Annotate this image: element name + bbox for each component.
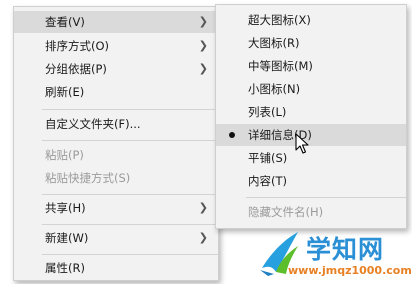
menu-item-label: 查看(V) (45, 15, 85, 29)
menu-separator (42, 140, 218, 141)
view-submenu: 超大图标(X) 大图标(R) 中等图标(M) 小图标(N) 列表(L) 详细信息… (215, 4, 407, 229)
chevron-right-icon: ❯ (198, 201, 208, 214)
submenu-item-list[interactable]: 列表(L) (216, 101, 406, 123)
menu-item-label: 列表(L) (248, 105, 287, 119)
menu-item-label: 刷新(E) (45, 85, 85, 99)
menu-item-group-by[interactable]: 分组依据(P) ❯ (14, 58, 218, 80)
menu-separator (42, 224, 218, 225)
submenu-item-large-icons[interactable]: 大图标(R) (216, 32, 406, 54)
submenu-item-tiles[interactable]: 平铺(S) (216, 147, 406, 169)
menu-item-sort-by[interactable]: 排序方式(O) ❯ (14, 35, 218, 57)
menu-item-label: 隐藏文件名(H) (248, 205, 324, 219)
context-menu: 查看(V) ❯ 排序方式(O) ❯ 分组依据(P) ❯ 刷新(E) 自定义文件夹… (13, 6, 219, 281)
menu-item-refresh[interactable]: 刷新(E) (14, 81, 218, 103)
menu-item-label: 排序方式(O) (45, 39, 110, 53)
submenu-item-content[interactable]: 内容(T) (216, 170, 406, 192)
menu-item-label: 大图标(R) (248, 36, 300, 50)
menu-item-label: 粘贴快捷方式(S) (45, 171, 131, 185)
menu-item-label: 属性(R) (45, 261, 85, 275)
menu-separator (246, 197, 406, 198)
menu-separator (42, 109, 218, 110)
submenu-item-medium-icons[interactable]: 中等图标(M) (216, 55, 406, 77)
menu-item-label: 自定义文件夹(F)... (45, 117, 141, 131)
menu-item-share[interactable]: 共享(H) ❯ (14, 197, 218, 219)
menu-item-label: 粘贴(P) (45, 148, 84, 162)
menu-item-label: 共享(H) (45, 201, 86, 215)
chevron-right-icon: ❯ (198, 39, 208, 52)
menu-item-label: 新建(W) (45, 231, 89, 245)
menu-item-properties[interactable]: 属性(R) (14, 257, 218, 279)
submenu-item-hide-file-names[interactable]: 隐藏文件名(H) (216, 201, 406, 223)
menu-item-new[interactable]: 新建(W) ❯ (14, 227, 218, 249)
menu-item-label: 平铺(S) (248, 151, 288, 165)
watermark-url: www.jmqz1000.com (288, 264, 412, 277)
watermark: 学知网 www.jmqz1000.com (248, 226, 412, 284)
watermark-title: 学知网 (306, 235, 385, 264)
menu-item-view[interactable]: 查看(V) ❯ (14, 11, 218, 33)
submenu-item-details[interactable]: 详细信息(D) (216, 124, 406, 146)
menu-item-label: 中等图标(M) (248, 59, 313, 73)
chevron-right-icon: ❯ (198, 231, 208, 244)
submenu-item-small-icons[interactable]: 小图标(N) (216, 78, 406, 100)
menu-item-label: 超大图标(X) (248, 13, 311, 27)
submenu-item-extra-large-icons[interactable]: 超大图标(X) (216, 9, 406, 31)
menu-item-paste-shortcut[interactable]: 粘贴快捷方式(S) (14, 167, 218, 189)
menu-separator (42, 194, 218, 195)
menu-item-paste[interactable]: 粘贴(P) (14, 144, 218, 166)
menu-separator (42, 254, 218, 255)
menu-item-label: 内容(T) (248, 174, 287, 188)
mouse-cursor-icon (295, 133, 309, 154)
selected-bullet-icon (229, 132, 235, 138)
menu-item-label: 小图标(N) (248, 82, 301, 96)
menu-item-customize-folder[interactable]: 自定义文件夹(F)... (14, 113, 218, 135)
chevron-right-icon: ❯ (198, 15, 208, 28)
chevron-right-icon: ❯ (198, 62, 208, 75)
menu-item-label: 分组依据(P) (45, 62, 107, 76)
